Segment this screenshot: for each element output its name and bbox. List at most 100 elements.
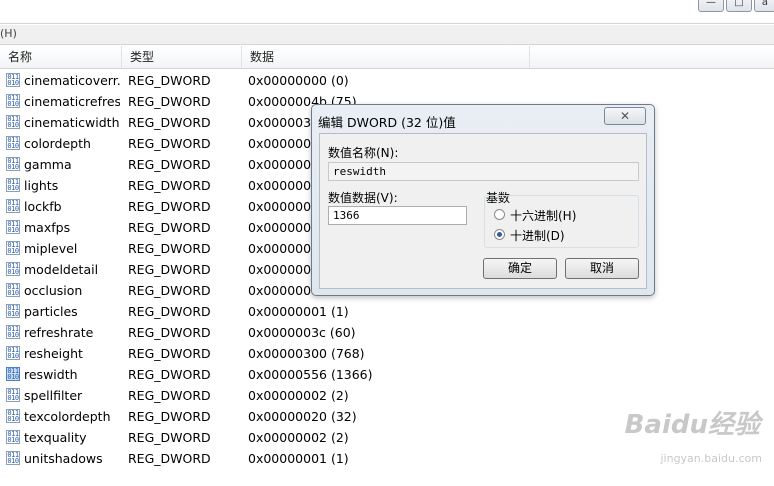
value-data-label: 数值数据(V): (328, 191, 398, 205)
list-item[interactable]: 011 010 resheight REG_DWORD 0x00000300 (768) (0, 343, 774, 364)
value-name-cell: reswidth (24, 367, 78, 382)
decimal-radio-indicator[interactable] (494, 229, 505, 240)
value-data-input[interactable]: 1366 (328, 206, 467, 225)
registry-dword-icon: 011 010 (6, 115, 20, 129)
menu-bar: (H) (0, 25, 774, 45)
cancel-button[interactable]: 取消 (565, 258, 639, 279)
window-top-strip: — □ a (0, 0, 774, 24)
minimize-button[interactable]: — (698, 0, 724, 12)
overflow-button[interactable]: a (754, 0, 774, 12)
value-name-cell: occlusion (24, 283, 83, 298)
value-data-cell: 0x00000002 (2) (248, 430, 349, 445)
value-type-cell: REG_DWORD (128, 262, 211, 277)
registry-dword-icon: 011 010 (6, 241, 20, 255)
registry-dword-icon: 011 010 (6, 325, 20, 339)
value-type-cell: REG_DWORD (128, 346, 211, 361)
registry-dword-icon: 011 010 (6, 136, 20, 150)
column-header-data[interactable]: 数据 (242, 46, 530, 68)
watermark-logo: Baidu经验 (624, 410, 760, 440)
value-data-cell: 0x00000001 (1) (248, 304, 349, 319)
registry-dword-icon: 011 010 (6, 199, 20, 213)
list-item[interactable]: 011 010 refreshrate REG_DWORD 0x0000003c (60… (0, 322, 774, 343)
value-data-cell: 0x00000002 (2) (248, 388, 349, 403)
value-type-cell: REG_DWORD (128, 388, 211, 403)
value-data-cell: 0x00000020 (32) (248, 409, 357, 424)
value-data-cell: 0x00000556 (1366) (248, 367, 373, 382)
value-type-cell: REG_DWORD (128, 409, 211, 424)
registry-dword-icon: 011 010 (6, 304, 20, 318)
value-data-cell: 0x0000000 (248, 241, 320, 256)
value-name-cell: maxfps (24, 220, 71, 235)
watermark-url: jingyan.baidu.com (660, 452, 762, 465)
list-item[interactable]: 011 010 particles REG_DWORD 0x00000001 (1) (0, 301, 774, 322)
decimal-radio-label: 十进制(D) (510, 229, 565, 243)
value-name-cell: resheight (24, 346, 83, 361)
value-data-cell: 0x00000000 (0) (248, 73, 349, 88)
value-name-cell: miplevel (24, 241, 78, 256)
registry-dword-icon: 011 010 (6, 220, 20, 234)
value-name-cell: unitshadows (24, 451, 103, 466)
value-type-cell: REG_DWORD (128, 367, 211, 382)
column-header-type[interactable]: 类型 (122, 46, 242, 68)
list-item[interactable]: 011 010 cinematicoverr... REG_DWORD 0x000000… (0, 70, 774, 91)
value-type-cell: REG_DWORD (128, 199, 211, 214)
value-type-cell: REG_DWORD (128, 115, 211, 130)
value-name-cell: cinematicwidth (24, 115, 120, 130)
value-name-cell: lockfb (24, 199, 62, 214)
close-button[interactable]: ✕ (604, 107, 646, 125)
value-name-cell: colordepth (24, 136, 91, 151)
value-data-cell: 0x0000002 (248, 157, 320, 172)
registry-dword-icon: 011 010 (6, 388, 20, 402)
value-type-cell: REG_DWORD (128, 157, 211, 172)
value-name-cell: lights (24, 178, 59, 193)
hex-radio-indicator[interactable] (494, 209, 505, 220)
value-name-cell: refreshrate (24, 325, 94, 340)
value-type-cell: REG_DWORD (128, 283, 211, 298)
value-name-cell: texcolordepth (24, 409, 111, 424)
value-name-cell: texquality (24, 430, 87, 445)
registry-dword-icon: 011 010 (6, 157, 20, 171)
column-header-name[interactable]: 名称 (0, 46, 122, 68)
value-name-field: reswidth (328, 162, 639, 181)
menu-help-fragment[interactable]: (H) (0, 27, 17, 40)
close-icon: ✕ (619, 109, 631, 123)
list-item[interactable]: 011 010 spellfilter REG_DWORD 0x00000002 (2) (0, 385, 774, 406)
value-type-cell: REG_DWORD (128, 94, 211, 109)
registry-dword-icon: 011 010 (6, 409, 20, 423)
registry-dword-icon: 011 010 (6, 430, 20, 444)
value-name-label: 数值名称(N): (328, 146, 399, 160)
dialog-title: 编辑 DWORD (32 位)值 (318, 115, 456, 130)
registry-dword-icon: 011 010 (6, 346, 20, 360)
value-data-cell: 0x00000001 (1) (248, 451, 349, 466)
ok-button[interactable]: 确定 (483, 258, 557, 279)
registry-dword-icon: 011 010 (6, 283, 20, 297)
value-data-cell: 0x000000c (248, 220, 318, 235)
dialog-client-area: 数值名称(N): reswidth 数值数据(V): 1366 基数 十六进制(… (319, 133, 647, 289)
list-item[interactable]: 011 010 reswidth REG_DWORD 0x00000556 (1366) (0, 364, 774, 385)
value-type-cell: REG_DWORD (128, 220, 211, 235)
value-data-cell: 0x00000300 (768) (248, 346, 365, 361)
registry-dword-icon: 011 010 (6, 451, 20, 465)
registry-dword-icon: 011 010 (6, 178, 20, 192)
value-name-cell: cinematicrefresh (24, 94, 120, 109)
list-item[interactable]: 011 010 unitshadows REG_DWORD 0x00000001 (1) (0, 448, 774, 469)
value-name-cell: cinematicoverr... (24, 73, 120, 88)
value-type-cell: REG_DWORD (128, 178, 211, 193)
value-data-cell: 0x0000000 (248, 199, 320, 214)
list-header: 名称 类型 数据 (0, 46, 774, 69)
value-type-cell: REG_DWORD (128, 304, 211, 319)
value-type-cell: REG_DWORD (128, 136, 211, 151)
value-data-cell: 0x0000000 (248, 283, 320, 298)
value-type-cell: REG_DWORD (128, 451, 211, 466)
value-data-cell: 0x0000032 (248, 115, 320, 130)
registry-dword-icon: 011 010 (6, 367, 20, 381)
value-name-cell: modeldetail (24, 262, 99, 277)
value-data-cell: 0x0000000 (248, 262, 320, 277)
value-type-cell: REG_DWORD (128, 241, 211, 256)
value-data-cell: 0x0000000 (248, 178, 320, 193)
value-data-cell: 0x0000001 (248, 136, 320, 151)
edit-dword-dialog: 编辑 DWORD (32 位)值 ✕ 数值名称(N): reswidth 数值数… (311, 104, 655, 296)
maximize-button[interactable]: □ (726, 0, 752, 12)
value-name-cell: particles (24, 304, 78, 319)
value-data-cell: 0x0000003c (60) (248, 325, 356, 340)
